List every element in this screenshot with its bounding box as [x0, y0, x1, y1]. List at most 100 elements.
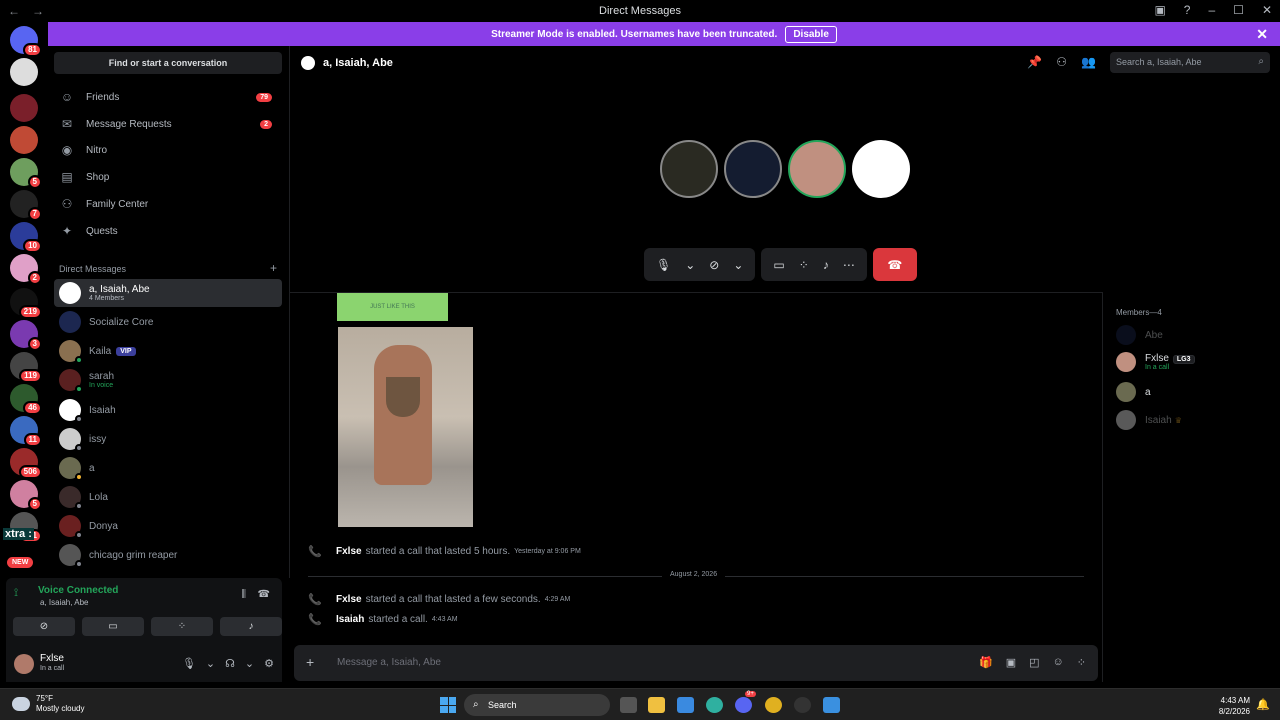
task-view-icon[interactable]	[620, 697, 637, 713]
server-icon[interactable]: 506	[10, 448, 42, 479]
dm-item[interactable]: a	[54, 454, 282, 482]
member-list-icon[interactable]: 👥	[1081, 55, 1096, 69]
server-icon[interactable]: 219	[10, 288, 42, 319]
minimize-icon[interactable]: –	[1208, 3, 1215, 17]
server-icon[interactable]: 7	[10, 190, 42, 221]
dm-item[interactable]: Kaila VIP	[54, 337, 282, 365]
server-icon[interactable]	[10, 126, 38, 154]
find-conversation-button[interactable]: Find or start a conversation	[54, 52, 282, 74]
dm-item[interactable]: Isaiah	[54, 396, 282, 424]
member-item[interactable]: Abe	[1116, 325, 1163, 345]
gif-icon[interactable]: ▣	[1006, 656, 1016, 669]
disconnect-icon[interactable]: ☎	[258, 589, 270, 600]
soundboard-button[interactable]: ♪	[220, 617, 282, 636]
nav-quests[interactable]: ✦ Quests	[56, 218, 282, 244]
dm-item[interactable]: sarah In voice	[54, 366, 282, 394]
dm-item[interactable]: chicago grim reaper	[54, 541, 282, 569]
microphone-icon[interactable]: 🎙	[656, 258, 671, 272]
member-item[interactable]: Fxlse LG3 In a call	[1116, 352, 1195, 372]
member-item[interactable]: Isaiah ♛	[1116, 410, 1182, 430]
windows-start-icon[interactable]	[440, 697, 456, 713]
dm-item[interactable]: Donya	[54, 512, 282, 540]
nav-friends[interactable]: ☺ Friends 79	[56, 84, 282, 110]
nav-nitro[interactable]: ◉ Nitro	[56, 137, 282, 163]
headphones-icon[interactable]: ☊	[225, 657, 235, 670]
emoji-icon[interactable]: ☺	[1053, 656, 1064, 669]
notification-bell-icon[interactable]: 🔔	[1256, 698, 1270, 711]
server-icon[interactable]: 2	[10, 254, 42, 285]
server-icon[interactable]	[10, 94, 38, 122]
noise-suppression-icon[interactable]: ⫼	[241, 589, 246, 600]
voice-channel[interactable]: a, Isaiah, Abe	[40, 598, 88, 607]
hang-up-button[interactable]: ☎	[872, 248, 917, 281]
server-icon[interactable]: 3	[10, 320, 42, 351]
dm-item[interactable]: Socialize Core	[54, 308, 282, 336]
app-icon[interactable]	[823, 697, 840, 713]
edge-icon[interactable]	[706, 697, 723, 713]
discord-icon[interactable]: 9+	[735, 691, 756, 713]
screen-share-button[interactable]: ▭	[82, 617, 144, 636]
chrome-icon[interactable]	[765, 697, 782, 713]
home-button[interactable]: 81	[10, 26, 42, 57]
system-clock[interactable]: 4:43 AM 8/2/2026	[1219, 695, 1250, 717]
server-icon[interactable]: 11	[10, 416, 42, 447]
disable-button[interactable]: Disable	[785, 25, 837, 43]
sticker-icon[interactable]: ◰	[1029, 656, 1039, 669]
server-icon[interactable]: 5	[10, 158, 42, 189]
camera-off-icon[interactable]: ⊘	[709, 258, 719, 272]
add-friends-icon[interactable]: ⚇	[1056, 55, 1067, 69]
nav-family-center[interactable]: ⚇ Family Center	[56, 191, 282, 217]
store-icon[interactable]	[677, 697, 694, 713]
taskbar-search[interactable]: ⌕ Search	[464, 694, 610, 716]
apps-icon[interactable]: ⁘	[1077, 656, 1086, 669]
activities-icon[interactable]: ⁘	[799, 258, 809, 272]
dm-item[interactable]: issy	[54, 425, 282, 453]
participant-avatar[interactable]	[724, 140, 782, 198]
voice-status[interactable]: Voice Connected	[38, 585, 118, 596]
dm-item[interactable]: Lola	[54, 483, 282, 511]
activities-button[interactable]: ⁘	[151, 617, 213, 636]
message-author[interactable]: Fxlse	[336, 594, 362, 605]
close-banner-icon[interactable]: ✕	[1256, 26, 1268, 43]
message-author[interactable]: Isaiah	[336, 614, 364, 625]
participant-avatar[interactable]	[660, 140, 718, 198]
maximize-icon[interactable]: ☐	[1233, 3, 1244, 17]
server-icon[interactable]	[10, 58, 38, 86]
pin-icon[interactable]: 📌	[1027, 55, 1042, 69]
chevron-down-icon[interactable]: ⌄	[733, 258, 743, 272]
more-options-icon[interactable]: ⋯	[843, 258, 855, 272]
gif-image[interactable]: JUST LIKE THIS	[337, 293, 448, 321]
dm-item[interactable]: a, Isaiah, Abe 4 Members	[54, 279, 282, 307]
search-input[interactable]: Search a, Isaiah, Abe ⌕	[1110, 52, 1270, 73]
close-icon[interactable]: ✕	[1262, 3, 1272, 17]
help-icon[interactable]: ?	[1184, 3, 1191, 17]
chevron-down-icon[interactable]: ⌄	[685, 258, 695, 272]
camera-button[interactable]: ⊘	[13, 617, 75, 636]
add-dm-icon[interactable]: +	[270, 261, 277, 275]
server-icon[interactable]: 10	[10, 222, 42, 253]
pushup-image[interactable]	[338, 327, 473, 527]
signal-icon[interactable]: ⟟	[14, 587, 32, 605]
gift-icon[interactable]: 🎁	[979, 656, 993, 669]
participant-avatar[interactable]	[788, 140, 846, 198]
avatar[interactable]	[14, 654, 34, 674]
soundboard-icon[interactable]: ♪	[823, 258, 829, 272]
server-icon[interactable]: 5	[10, 480, 42, 511]
message-author[interactable]: Fxlse	[336, 546, 362, 557]
member-item[interactable]: a	[1116, 382, 1151, 402]
chevron-down-icon[interactable]: ⌄	[206, 657, 215, 670]
settings-gear-icon[interactable]: ⚙	[264, 657, 274, 670]
server-icon[interactable]: 119	[10, 352, 42, 383]
microphone-icon[interactable]: 🎙	[182, 657, 196, 670]
screen-share-icon[interactable]: ▭	[773, 258, 784, 272]
weather-widget[interactable]: 75°F Mostly cloudy	[12, 694, 84, 714]
inbox-icon[interactable]: ▣	[1154, 3, 1165, 17]
file-explorer-icon[interactable]	[648, 697, 665, 713]
attach-plus-icon[interactable]: +	[306, 654, 314, 670]
chevron-down-icon[interactable]: ⌄	[245, 657, 254, 670]
message-composer[interactable]: + Message a, Isaiah, Abe 🎁 ▣ ◰ ☺ ⁘	[294, 645, 1098, 681]
server-icon[interactable]: 46	[10, 384, 42, 415]
nav-shop[interactable]: ▤ Shop	[56, 164, 282, 190]
nav-message-requests[interactable]: ✉ Message Requests 2	[56, 111, 282, 137]
steam-icon[interactable]	[794, 697, 811, 713]
